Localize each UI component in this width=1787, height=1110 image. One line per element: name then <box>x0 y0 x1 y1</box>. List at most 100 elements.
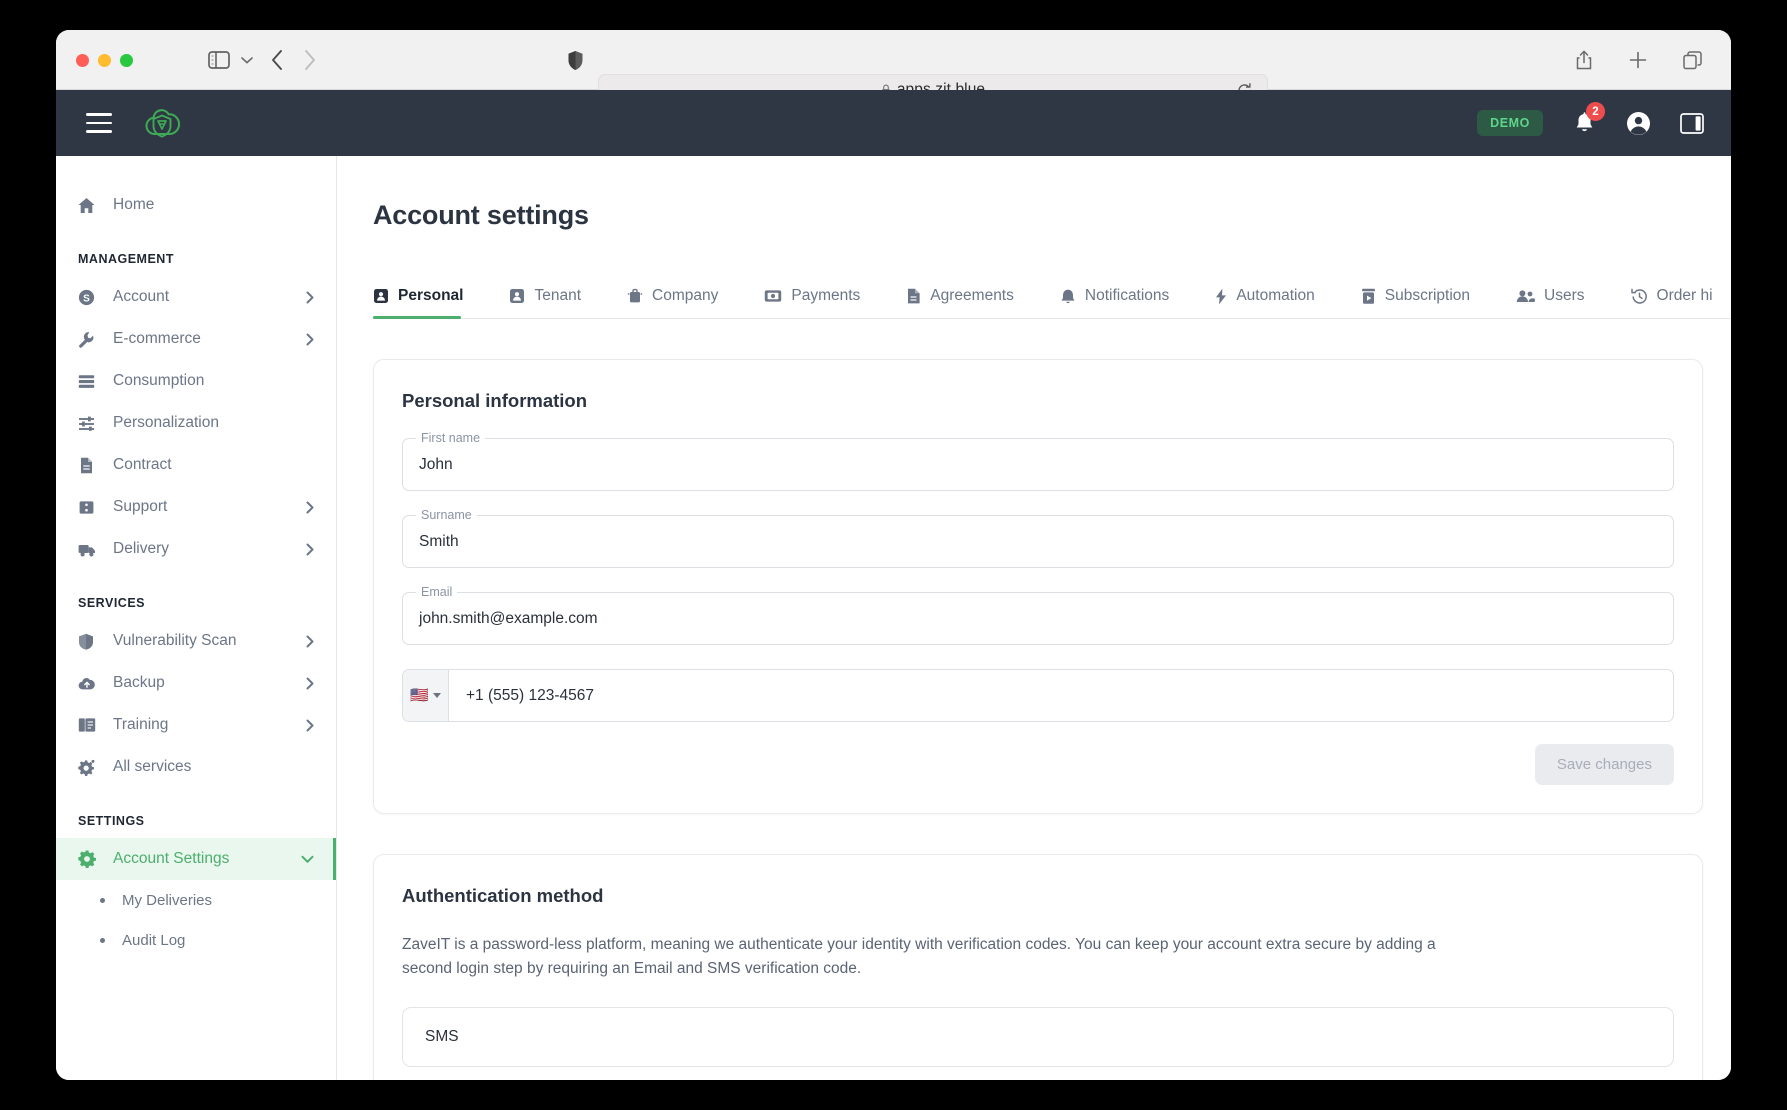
country-code-selector[interactable]: 🇺🇸 <box>403 670 449 721</box>
list-lines-icon <box>78 373 104 390</box>
maximize-window-button[interactable] <box>120 54 133 67</box>
us-flag-icon: 🇺🇸 <box>410 687 429 704</box>
chevron-right-icon <box>306 291 314 304</box>
truck-icon <box>78 541 104 558</box>
tab-label: Payments <box>791 287 861 304</box>
sidebar-item-label: Vulnerability Scan <box>113 632 237 649</box>
tab-agreements[interactable]: Agreements <box>906 287 1036 318</box>
personal-card-actions: Save changes <box>402 744 1674 785</box>
sidebar-item-account-settings[interactable]: Account Settings <box>56 838 336 880</box>
tab-notifications[interactable]: Notifications <box>1060 287 1191 318</box>
header-actions: DEMO 2 <box>1477 102 1705 137</box>
document-icon <box>78 457 104 474</box>
bullet-icon <box>100 897 105 903</box>
tab-company[interactable]: Company <box>627 287 740 318</box>
plus-icon[interactable] <box>1627 48 1649 72</box>
tab-payments[interactable]: Payments <box>764 287 882 318</box>
contact-card-icon <box>509 288 525 304</box>
settings-tabs: Personal Tenant Company Payments Agreeme… <box>373 275 1731 319</box>
side-panel-icon[interactable] <box>1679 110 1705 136</box>
wrench-icon <box>78 331 104 348</box>
sidebar-item-label: Home <box>113 196 155 213</box>
chevron-down-icon[interactable] <box>238 50 256 70</box>
sidebar-group-settings: SETTINGS <box>78 814 145 828</box>
svg-text:S: S <box>83 293 90 304</box>
surname-field[interactable]: Surname Smith <box>402 508 1674 568</box>
tab-tenant[interactable]: Tenant <box>509 287 603 318</box>
sidebar-item-delivery[interactable]: Delivery <box>56 528 336 570</box>
email-field[interactable]: Email john.smith@example.com <box>402 585 1674 645</box>
sidebar-item-backup[interactable]: Backup <box>56 662 336 704</box>
page-title: Account settings <box>373 200 589 230</box>
demo-badge: DEMO <box>1477 110 1543 136</box>
tab-label: Subscription <box>1384 287 1471 304</box>
coin-dollar-icon: S <box>78 289 104 306</box>
share-icon[interactable] <box>1573 48 1595 72</box>
chevron-right-icon <box>306 635 314 648</box>
chevron-down-icon <box>301 855 314 864</box>
first-name-label: First name <box>416 431 486 445</box>
tab-label: Personal <box>398 287 464 304</box>
close-window-button[interactable] <box>76 54 89 67</box>
screen: apps.zit.blue <box>0 0 1787 1110</box>
hamburger-menu-icon[interactable] <box>86 113 112 133</box>
app-header: DEMO 2 <box>56 90 1731 156</box>
personal-information-card: Personal information First name John Sur… <box>373 359 1703 814</box>
back-arrow-icon[interactable] <box>264 46 290 74</box>
save-changes-button[interactable]: Save changes <box>1534 744 1674 785</box>
users-icon <box>1516 289 1535 303</box>
sidebar-item-contract[interactable]: Contract <box>56 444 336 486</box>
auth-option-label: SMS <box>425 1028 459 1046</box>
history-clock-icon <box>1630 288 1648 305</box>
forward-arrow-icon[interactable] <box>296 46 322 74</box>
tab-label: Tenant <box>534 287 582 304</box>
gear-sparkle-icon <box>78 759 104 776</box>
sliders-icon <box>78 415 104 432</box>
sidebar-item-personalization[interactable]: Personalization <box>56 402 336 444</box>
tab-order-history[interactable]: Order hi <box>1630 287 1731 318</box>
sidebar-subitem-my-deliveries[interactable]: My Deliveries <box>56 880 336 920</box>
zaveit-logo[interactable] <box>142 103 182 143</box>
shield-privacy-icon[interactable] <box>564 48 586 72</box>
tab-label: Order hi <box>1656 287 1713 304</box>
minimize-window-button[interactable] <box>98 54 111 67</box>
sidebar-item-home[interactable]: Home <box>56 184 336 226</box>
tab-subscription[interactable]: Subscription <box>1361 287 1492 318</box>
surname-value: Smith <box>419 532 459 550</box>
tab-automation[interactable]: Automation <box>1215 287 1336 318</box>
sidebar-item-e-commerce[interactable]: E-commerce <box>56 318 336 360</box>
sidebar-item-support[interactable]: Support <box>56 486 336 528</box>
contact-card-icon <box>373 288 389 304</box>
tab-users[interactable]: Users <box>1516 287 1606 318</box>
sidebar-subitem-audit-log[interactable]: Audit Log <box>56 920 336 960</box>
auth-option-sms[interactable]: SMS <box>402 1007 1674 1068</box>
account-circle-icon[interactable] <box>1625 110 1651 136</box>
bullet-icon <box>100 937 105 943</box>
notifications-button[interactable]: 2 <box>1571 102 1605 137</box>
sidebar-subitem-label: Audit Log <box>122 931 186 949</box>
bell-icon <box>1060 288 1076 305</box>
tab-overview-icon[interactable] <box>1681 48 1703 72</box>
sidebar-item-account[interactable]: S Account <box>56 276 336 318</box>
email-value: john.smith@example.com <box>419 609 598 627</box>
sidebar-item-label: Backup <box>113 674 165 691</box>
sidebar-item-consumption[interactable]: Consumption <box>56 360 336 402</box>
authentication-method-card: Authentication method ZaveIT is a passwo… <box>373 854 1703 1080</box>
tab-label: Users <box>1544 287 1585 304</box>
phone-field[interactable]: 🇺🇸 +1 (555) 123-4567 <box>402 669 1674 722</box>
lightning-bolt-icon <box>1215 288 1227 305</box>
card-title: Personal information <box>402 390 588 411</box>
sidebar-toggle-icon[interactable] <box>206 48 232 72</box>
tab-personal[interactable]: Personal <box>373 287 485 319</box>
sidebar-item-label: Account <box>113 288 170 305</box>
sidebar-item-label: Delivery <box>113 540 169 557</box>
chevron-down-icon <box>432 693 441 698</box>
first-name-field[interactable]: First name John <box>402 431 1674 491</box>
sidebar-item-training[interactable]: Training <box>56 704 336 746</box>
tab-label: Agreements <box>930 287 1014 304</box>
cloud-upload-icon <box>78 676 104 691</box>
sidebar-item-all-services[interactable]: All services <box>56 746 336 788</box>
auth-description: ZaveIT is a password-less platform, mean… <box>402 936 1436 978</box>
sidebar-item-vulnerability-scan[interactable]: Vulnerability Scan <box>56 620 336 662</box>
chevron-right-icon <box>306 543 314 556</box>
